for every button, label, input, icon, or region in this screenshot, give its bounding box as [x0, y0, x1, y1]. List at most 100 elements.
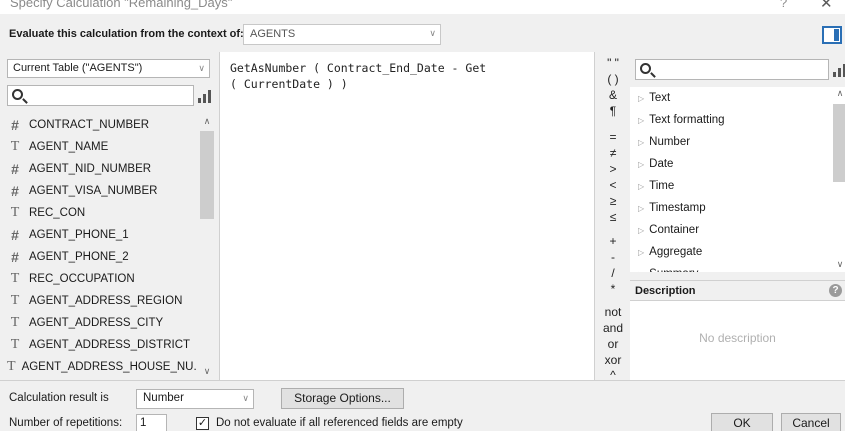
table-dropdown[interactable]: Current Table ("AGENTS") ∨ — [7, 59, 210, 78]
field-item[interactable]: # AGENT_NID_NUMBER — [7, 158, 197, 180]
number-field-icon: # — [11, 183, 19, 199]
operator-button[interactable]: - — [596, 250, 630, 264]
field-name: AGENT_VISA_NUMBER — [29, 185, 158, 197]
panel-toggle-icon[interactable] — [822, 26, 842, 44]
operator-button[interactable]: ( ) — [596, 72, 630, 86]
bottom-bar: Calculation result is Number ∨ Storage O… — [0, 380, 845, 431]
operator-button[interactable]: ≤ — [596, 210, 630, 224]
operator-button[interactable]: or — [596, 337, 630, 351]
chevron-down-icon: ∨ — [429, 28, 436, 38]
expand-triangle-icon[interactable]: ▷ — [638, 116, 644, 125]
expand-triangle-icon[interactable]: ▷ — [638, 204, 644, 213]
field-name: AGENT_PHONE_2 — [29, 251, 129, 263]
context-value: AGENTS — [250, 28, 296, 40]
do-not-evaluate-checkbox[interactable]: ✓ — [196, 417, 209, 430]
operator-button[interactable]: < — [596, 178, 630, 192]
operator-button[interactable]: + — [596, 234, 630, 248]
operator-button[interactable]: = — [596, 130, 630, 144]
number-field-icon: # — [11, 227, 19, 243]
scroll-down-icon[interactable]: ∨ — [199, 366, 215, 377]
operator-button[interactable]: & — [596, 88, 630, 102]
field-list-scrollbar[interactable]: ∧ ∨ — [199, 114, 215, 380]
function-category-label: Text formatting — [649, 114, 725, 126]
function-category[interactable]: ▷ Time — [630, 175, 835, 197]
close-icon[interactable]: ✕ — [820, 0, 833, 12]
field-item[interactable]: # CONTRACT_NUMBER — [7, 114, 197, 136]
ok-button[interactable]: OK — [711, 413, 773, 431]
chevron-down-icon: ∨ — [198, 63, 205, 73]
sort-bars-icon[interactable] — [198, 89, 212, 103]
text-field-icon: T — [10, 139, 20, 154]
result-type-dropdown[interactable]: Number ∨ — [136, 389, 254, 409]
operator-button[interactable]: > — [596, 162, 630, 176]
expand-triangle-icon[interactable]: ▷ — [638, 270, 644, 273]
operator-button[interactable]: " " — [596, 56, 630, 70]
function-category[interactable]: ▷ Text — [630, 87, 835, 109]
function-category-label: Time — [649, 180, 675, 192]
context-label: Evaluate this calculation from the conte… — [9, 28, 244, 40]
field-item[interactable]: # AGENT_VISA_NUMBER — [7, 180, 197, 202]
number-field-icon: # — [11, 117, 19, 133]
cancel-button[interactable]: Cancel — [781, 413, 841, 431]
field-item[interactable]: T AGENT_ADDRESS_REGION — [7, 290, 197, 312]
scroll-down-icon[interactable]: ∨ — [832, 259, 845, 270]
field-item[interactable]: T REC_CON — [7, 202, 197, 224]
field-item[interactable]: T REC_OCCUPATION — [7, 268, 197, 290]
function-category[interactable]: ▷ Container — [630, 219, 835, 241]
expand-triangle-icon[interactable]: ▷ — [638, 138, 644, 147]
function-category[interactable]: ▷ Number — [630, 131, 835, 153]
description-header: Description ? — [630, 280, 845, 301]
operator-button[interactable]: ≥ — [596, 194, 630, 208]
operator-button[interactable]: * — [596, 282, 630, 296]
repetitions-input[interactable]: 1 — [136, 414, 167, 431]
storage-options-button[interactable]: Storage Options... — [281, 388, 404, 409]
operator-button[interactable]: not — [596, 305, 630, 319]
field-item[interactable]: # AGENT_PHONE_1 — [7, 224, 197, 246]
expand-triangle-icon[interactable]: ▷ — [638, 160, 644, 169]
field-item[interactable]: T AGENT_ADDRESS_DISTRICT — [7, 334, 197, 356]
function-category[interactable]: ▷ Timestamp — [630, 197, 835, 219]
function-list-scrollbar[interactable]: ∧ ∨ — [832, 87, 845, 272]
scroll-up-icon[interactable]: ∧ — [832, 88, 845, 99]
function-category[interactable]: ▷ Text formatting — [630, 109, 835, 131]
chevron-down-icon: ∨ — [242, 393, 249, 403]
expand-triangle-icon[interactable]: ▷ — [638, 248, 644, 257]
function-category[interactable]: ▷ Date — [630, 153, 835, 175]
scroll-thumb[interactable] — [200, 131, 214, 219]
number-field-icon: # — [11, 161, 19, 177]
field-search-input[interactable] — [7, 85, 194, 106]
field-item[interactable]: # AGENT_PHONE_2 — [7, 246, 197, 268]
fields-panel: Current Table ("AGENTS") ∨ # CONTRACT_NUM… — [0, 52, 219, 380]
field-item[interactable]: T AGENT_ADDRESS_HOUSE_NU... — [7, 356, 197, 378]
function-category-label: Summary — [649, 268, 698, 272]
formula-text[interactable]: GetAsNumber ( Contract_End_Date - Get ( … — [230, 60, 486, 92]
expand-triangle-icon[interactable]: ▷ — [638, 94, 644, 103]
context-dropdown[interactable]: AGENTS ∨ — [243, 24, 441, 45]
field-item[interactable]: T AGENT_ADDRESS_CITY — [7, 312, 197, 334]
scroll-up-icon[interactable]: ∧ — [199, 116, 215, 127]
operator-button[interactable]: ≠ — [596, 146, 630, 160]
field-item[interactable]: T AGENT_NAME — [7, 136, 197, 158]
expand-triangle-icon[interactable]: ▷ — [638, 226, 644, 235]
function-category-label: Aggregate — [649, 246, 703, 258]
function-category[interactable]: ▷ Aggregate — [630, 241, 835, 263]
scroll-thumb[interactable] — [833, 104, 845, 182]
formula-editor[interactable]: GetAsNumber ( Contract_End_Date - Get ( … — [219, 52, 595, 380]
operator-button[interactable]: / — [596, 266, 630, 280]
operator-button[interactable]: and — [596, 321, 630, 335]
help-button[interactable]: ? — [780, 0, 787, 10]
operator-button[interactable]: ¶ — [596, 104, 630, 118]
function-category-label: Number — [649, 136, 691, 148]
function-search-input[interactable] — [635, 59, 829, 80]
text-field-icon: T — [7, 359, 16, 374]
field-name: AGENT_ADDRESS_REGION — [29, 295, 183, 307]
field-name: AGENT_ADDRESS_CITY — [29, 317, 164, 329]
field-name: AGENT_NAME — [29, 141, 109, 153]
text-field-icon: T — [10, 315, 20, 330]
field-name: REC_OCCUPATION — [29, 273, 135, 285]
function-category[interactable]: ▷ Summary — [630, 263, 835, 272]
expand-triangle-icon[interactable]: ▷ — [638, 182, 644, 191]
sort-bars-icon[interactable] — [833, 63, 845, 77]
info-icon[interactable]: ? — [829, 284, 842, 297]
operator-button[interactable]: xor — [596, 353, 630, 367]
